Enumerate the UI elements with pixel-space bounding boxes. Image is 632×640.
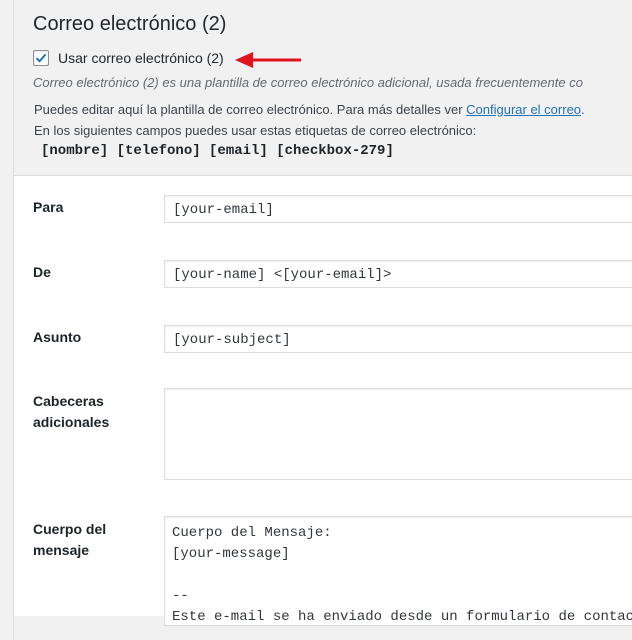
headers-label-line2: adicionales xyxy=(33,414,110,430)
use-mail-row[interactable]: Usar correo electrónico (2) xyxy=(33,50,224,66)
to-field[interactable]: [your-email] xyxy=(164,195,632,223)
help-line-edit: Puedes editar aquí la plantilla de corre… xyxy=(34,102,585,117)
help-line-edit-text: Puedes editar aquí la plantilla de corre… xyxy=(34,102,467,117)
subject-label: Asunto xyxy=(33,329,82,345)
use-mail-checkbox[interactable] xyxy=(33,50,49,66)
headers-label: Cabeceras adicionales xyxy=(33,391,109,433)
mail-tags: [nombre] [telefono] [email] [checkbox-27… xyxy=(41,143,394,159)
checkmark-icon xyxy=(35,53,47,63)
mail-description: Correo electrónico (2) es una plantilla … xyxy=(33,75,583,90)
message-body-textarea[interactable]: Cuerpo del Mensaje: [your-message] -- Es… xyxy=(164,516,632,626)
configure-mail-link[interactable]: Configurar el correo xyxy=(466,102,581,117)
body-label-line2: mensaje xyxy=(33,542,90,558)
help-line-tags: En los siguientes campos puedes usar est… xyxy=(34,123,477,138)
section-title: Correo electrónico (2) xyxy=(33,13,227,35)
from-field[interactable]: [your-name] <[your-email]> xyxy=(164,260,632,288)
headers-label-line1: Cabeceras xyxy=(33,393,104,409)
red-arrow-annotation xyxy=(235,52,301,68)
body-label: Cuerpo del mensaje xyxy=(33,519,106,561)
body-label-line1: Cuerpo del xyxy=(33,521,107,537)
additional-headers-textarea[interactable] xyxy=(164,388,632,480)
use-mail-label[interactable]: Usar correo electrónico (2) xyxy=(58,50,224,66)
subject-field[interactable]: [your-subject] xyxy=(164,325,632,353)
to-label: Para xyxy=(33,199,64,215)
from-label: De xyxy=(33,264,51,280)
help-line-edit-suffix: . xyxy=(581,102,585,117)
